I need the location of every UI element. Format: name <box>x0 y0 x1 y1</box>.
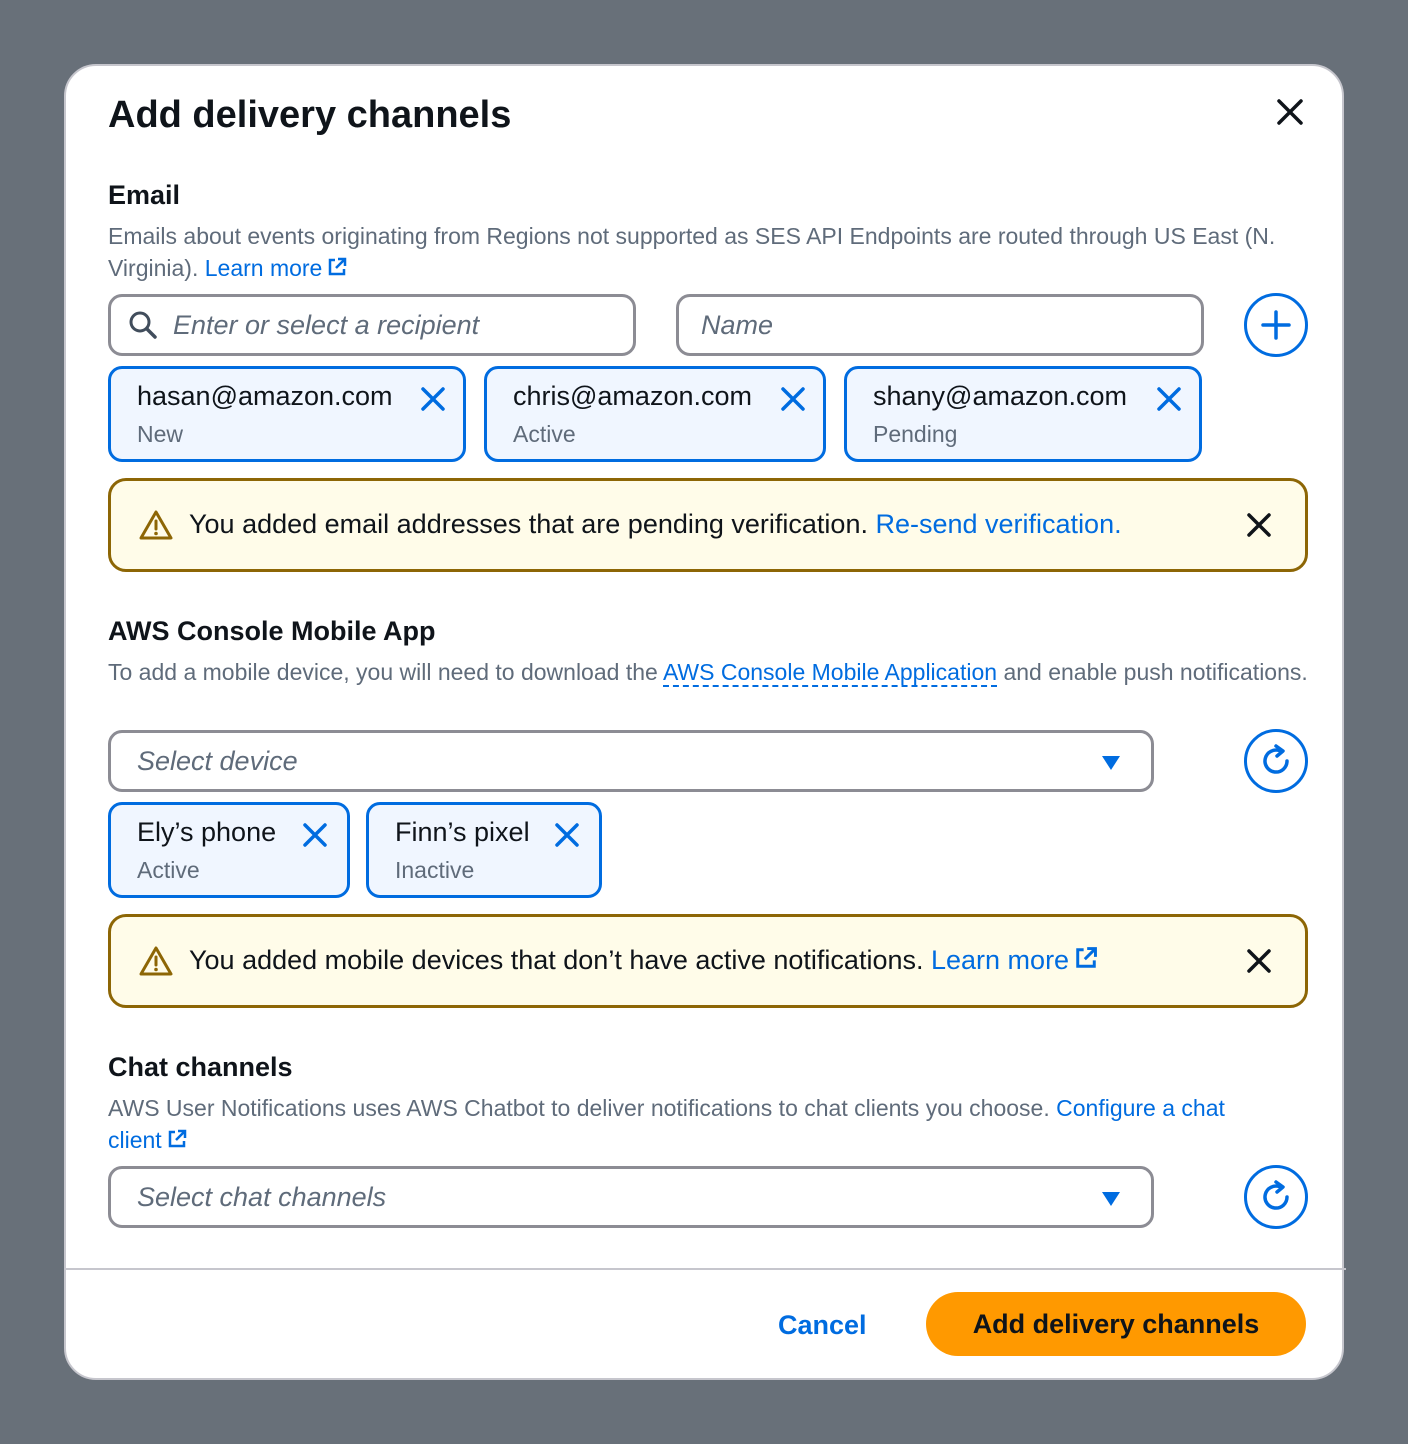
token-status: Pending <box>873 421 958 447</box>
close-icon <box>1277 99 1303 125</box>
close-icon <box>421 387 445 411</box>
close-icon <box>303 823 327 847</box>
footer-divider <box>66 1268 1346 1270</box>
close-icon <box>781 387 805 411</box>
email-section-title: Email <box>108 180 181 210</box>
token-status: Inactive <box>395 857 475 883</box>
external-link-icon <box>1076 947 1098 968</box>
email-token: chris@amazon.com Active <box>484 366 826 462</box>
email-warning-alert: You added email addresses that are pendi… <box>108 478 1308 572</box>
refresh-icon <box>1263 744 1289 774</box>
mobile-section-title: AWS Console Mobile App <box>108 616 436 646</box>
select-device-placeholder: Select device <box>137 745 298 776</box>
email-learn-more-link[interactable]: Learn more <box>205 255 349 281</box>
device-token: Ely’s phone Active <box>108 802 350 898</box>
cancel-button[interactable]: Cancel <box>778 1310 867 1341</box>
email-description: Emails about events originating from Reg… <box>108 220 1318 284</box>
remove-token-button[interactable] <box>299 819 331 851</box>
close-icon <box>1247 949 1271 973</box>
external-link-icon <box>168 1129 186 1148</box>
warning-icon <box>139 946 173 976</box>
refresh-icon <box>1263 1180 1289 1210</box>
mobile-description: To add a mobile device, you will need to… <box>108 659 1308 687</box>
token-label: shany@amazon.com <box>873 381 1128 411</box>
remove-token-button[interactable] <box>551 819 583 851</box>
token-status: Active <box>513 421 576 447</box>
select-chat-channels-dropdown[interactable]: Select chat channels <box>108 1166 1154 1228</box>
token-label: chris@amazon.com <box>513 381 752 411</box>
remove-token-button[interactable] <box>417 383 449 415</box>
token-label: hasan@amazon.com <box>137 381 393 411</box>
remove-token-button[interactable] <box>1153 383 1185 415</box>
token-label: Ely’s phone <box>137 817 277 847</box>
add-delivery-channels-modal: Add delivery channels Email Emails about… <box>64 64 1346 1380</box>
remove-token-button[interactable] <box>777 383 809 415</box>
dismiss-alert-button[interactable] <box>1241 943 1277 979</box>
search-icon <box>129 311 157 339</box>
name-placeholder: Name <box>701 309 774 340</box>
token-status: Active <box>137 857 200 883</box>
chat-section-title: Chat channels <box>108 1052 293 1082</box>
add-delivery-channels-button[interactable]: Add delivery channels <box>926 1292 1306 1356</box>
chat-description: AWS User Notifications uses AWS Chatbot … <box>108 1095 1225 1153</box>
caret-down-icon <box>1102 1192 1120 1206</box>
refresh-chat-channels-button[interactable] <box>1244 1165 1308 1229</box>
email-token: hasan@amazon.com New <box>108 366 466 462</box>
mobile-app-link[interactable]: AWS Console Mobile Application <box>662 659 998 687</box>
warning-icon <box>139 510 173 540</box>
recipient-search-input[interactable]: Enter or select a recipient <box>108 294 636 356</box>
name-input[interactable]: Name <box>676 294 1204 356</box>
mobile-warning-alert: You added mobile devices that don’t have… <box>108 914 1308 1008</box>
resend-verification-link[interactable]: Re-send verification. <box>875 509 1121 539</box>
plus-circle-icon <box>1261 310 1291 340</box>
select-device-dropdown[interactable]: Select device <box>108 730 1154 792</box>
modal-title: Add delivery channels <box>108 94 512 136</box>
external-link-icon <box>329 257 347 276</box>
close-icon <box>1157 387 1181 411</box>
mobile-learn-more-link[interactable]: Learn more <box>931 945 1099 975</box>
alert-text: You added mobile devices that don’t have… <box>189 945 1099 976</box>
caret-down-icon <box>1102 756 1120 770</box>
select-chat-placeholder: Select chat channels <box>137 1181 387 1212</box>
email-token: shany@amazon.com Pending <box>844 366 1202 462</box>
token-label: Finn’s pixel <box>395 817 530 847</box>
add-recipient-button[interactable] <box>1244 293 1308 357</box>
refresh-devices-button[interactable] <box>1244 729 1308 793</box>
dismiss-alert-button[interactable] <box>1241 507 1277 543</box>
recipient-placeholder: Enter or select a recipient <box>173 309 480 340</box>
modal-close-button[interactable] <box>1266 88 1314 136</box>
device-token: Finn’s pixel Inactive <box>366 802 602 898</box>
close-icon <box>1247 513 1271 537</box>
close-icon <box>555 823 579 847</box>
token-status: New <box>137 421 184 447</box>
alert-text: You added email addresses that are pendi… <box>189 509 1122 539</box>
